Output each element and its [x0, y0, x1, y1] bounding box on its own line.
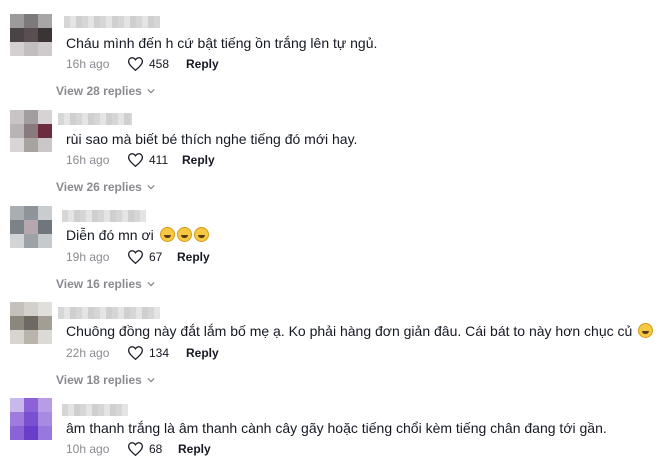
heart-outline-icon	[128, 153, 143, 167]
view-replies-label: View 18 replies	[56, 373, 142, 387]
like-count: 458	[149, 57, 170, 71]
view-replies-button[interactable]: View 28 replies	[56, 83, 155, 99]
heart-outline-icon	[128, 57, 143, 71]
comment-text-body: Diễn đó mn ơi	[66, 227, 154, 243]
avatar[interactable]	[10, 14, 52, 56]
chevron-down-icon	[147, 281, 155, 287]
view-replies-button[interactable]: View 18 replies	[56, 372, 155, 388]
username[interactable]	[58, 113, 132, 125]
view-replies-button[interactable]: View 16 replies	[56, 276, 155, 292]
like-count: 134	[149, 346, 170, 360]
laughing-emoji-icon	[159, 227, 175, 242]
reply-button[interactable]: Reply	[178, 441, 211, 457]
comment-text-body: Chuông đồng này đắt lắm bố mẹ ạ. Ko phải…	[66, 323, 633, 339]
timestamp: 16h ago	[66, 153, 110, 167]
like-count: 67	[149, 250, 163, 264]
laughing-emoji-icon	[638, 323, 654, 338]
comment-text: rùi sao mà biết bé thích nghe tiếng đó m…	[66, 131, 358, 147]
like-button[interactable]: 134	[128, 345, 169, 361]
comment-text: Diễn đó mn ơi	[66, 226, 209, 244]
username[interactable]	[62, 404, 128, 416]
view-replies-label: View 28 replies	[56, 84, 142, 98]
avatar[interactable]	[10, 206, 52, 248]
view-replies-label: View 16 replies	[56, 277, 142, 291]
comment-text: Cháu mình đến h cứ bật tiếng ồn trắng lê…	[66, 35, 378, 51]
reply-button[interactable]: Reply	[182, 152, 215, 168]
like-button[interactable]: 411	[128, 152, 168, 168]
heart-outline-icon	[128, 250, 143, 264]
reply-button[interactable]: Reply	[186, 345, 219, 361]
reply-button[interactable]: Reply	[186, 56, 219, 72]
timestamp: 22h ago	[66, 346, 110, 360]
like-button[interactable]: 458	[128, 56, 169, 72]
like-button[interactable]: 68	[128, 441, 162, 457]
comment-text: Chuông đồng này đắt lắm bố mẹ ạ. Ko phải…	[66, 322, 654, 340]
avatar[interactable]	[10, 302, 52, 344]
username[interactable]	[64, 16, 160, 28]
reply-button[interactable]: Reply	[177, 249, 210, 265]
view-replies-button[interactable]: View 26 replies	[56, 179, 155, 195]
like-count: 411	[149, 153, 169, 167]
laughing-emoji-icon	[193, 227, 209, 242]
chevron-down-icon	[147, 377, 155, 383]
laughing-emoji-icon	[176, 227, 192, 242]
like-count: 68	[149, 442, 163, 456]
avatar[interactable]	[10, 398, 52, 440]
heart-outline-icon	[128, 442, 143, 456]
comment-text: âm thanh trắng là âm thanh cành cây gãy …	[66, 420, 607, 436]
timestamp: 16h ago	[66, 57, 110, 71]
timestamp: 19h ago	[66, 250, 110, 264]
chevron-down-icon	[147, 88, 155, 94]
timestamp: 10h ago	[66, 442, 110, 456]
chevron-down-icon	[147, 184, 155, 190]
username[interactable]	[62, 210, 146, 222]
avatar[interactable]	[10, 110, 52, 152]
view-replies-label: View 26 replies	[56, 180, 142, 194]
username[interactable]	[58, 307, 160, 319]
like-button[interactable]: 67	[128, 249, 162, 265]
heart-outline-icon	[128, 346, 143, 360]
